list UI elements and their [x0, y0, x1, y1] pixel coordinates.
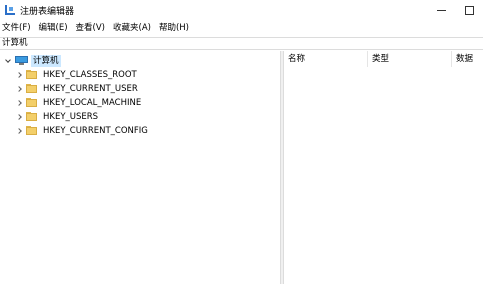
tree-node-label: HKEY_CURRENT_CONFIG	[43, 125, 148, 136]
tree-node-hkey-classes-root[interactable]: HKEY_CLASSES_ROOT	[15, 68, 139, 81]
folder-icon	[26, 70, 37, 79]
tree-node-hkey-current-config[interactable]: HKEY_CURRENT_CONFIG	[15, 124, 150, 137]
folder-icon	[26, 98, 37, 107]
registry-editor-window: 注册表编辑器 文件(F) 编辑(E) 查看(V) 收藏夹(A) 帮助(H) 计算…	[0, 0, 483, 284]
maximize-icon	[464, 5, 474, 15]
column-header-name[interactable]: 名称	[284, 51, 368, 67]
expand-chevron-icon[interactable]	[15, 70, 23, 80]
expand-chevron-icon[interactable]	[15, 84, 23, 94]
value-list-pane[interactable]: 名称 类型 数据	[284, 51, 483, 284]
folder-icon	[26, 126, 37, 135]
collapse-chevron-icon[interactable]	[4, 56, 12, 66]
tree-node-label: HKEY_LOCAL_MACHINE	[43, 97, 142, 108]
list-header: 名称 类型 数据	[284, 51, 483, 67]
key-tree-pane[interactable]: 计算机 HKEY_CLASSES_ROOT HKEY_CURRENT_USER …	[0, 51, 280, 284]
menu-help[interactable]: 帮助(H)	[155, 20, 193, 36]
menu-bar: 文件(F) 编辑(E) 查看(V) 收藏夹(A) 帮助(H)	[0, 20, 483, 36]
title-bar[interactable]: 注册表编辑器	[0, 0, 483, 20]
expand-chevron-icon[interactable]	[15, 126, 23, 136]
minimize-button[interactable]	[427, 0, 455, 20]
tree-node-label: 计算机	[31, 54, 61, 67]
tree-node-label: HKEY_CURRENT_USER	[43, 83, 138, 94]
tree-node-label: HKEY_CLASSES_ROOT	[43, 69, 137, 80]
tree-node-hkey-current-user[interactable]: HKEY_CURRENT_USER	[15, 82, 140, 95]
maximize-button[interactable]	[455, 0, 483, 20]
expand-chevron-icon[interactable]	[15, 98, 23, 108]
menu-view[interactable]: 查看(V)	[72, 20, 109, 36]
column-header-type[interactable]: 类型	[368, 51, 452, 67]
tree-node-hkey-local-machine[interactable]: HKEY_LOCAL_MACHINE	[15, 96, 143, 109]
folder-icon	[26, 84, 37, 93]
expand-chevron-icon[interactable]	[15, 112, 23, 122]
menu-favorites[interactable]: 收藏夹(A)	[109, 20, 155, 36]
address-path[interactable]: 计算机	[2, 38, 28, 49]
folder-icon	[26, 112, 37, 121]
regedit-app-icon	[5, 5, 15, 15]
window-title: 注册表编辑器	[20, 6, 75, 17]
minimize-icon	[436, 9, 446, 11]
tree-node-label: HKEY_USERS	[43, 111, 99, 122]
menu-edit[interactable]: 编辑(E)	[35, 20, 72, 36]
address-bar[interactable]: 计算机	[0, 37, 483, 50]
tree-node-hkey-users[interactable]: HKEY_USERS	[15, 110, 100, 123]
menu-file[interactable]: 文件(F)	[0, 20, 35, 36]
tree-node-computer[interactable]: 计算机	[4, 54, 61, 67]
computer-icon	[15, 55, 28, 66]
column-header-data[interactable]: 数据	[452, 51, 483, 67]
